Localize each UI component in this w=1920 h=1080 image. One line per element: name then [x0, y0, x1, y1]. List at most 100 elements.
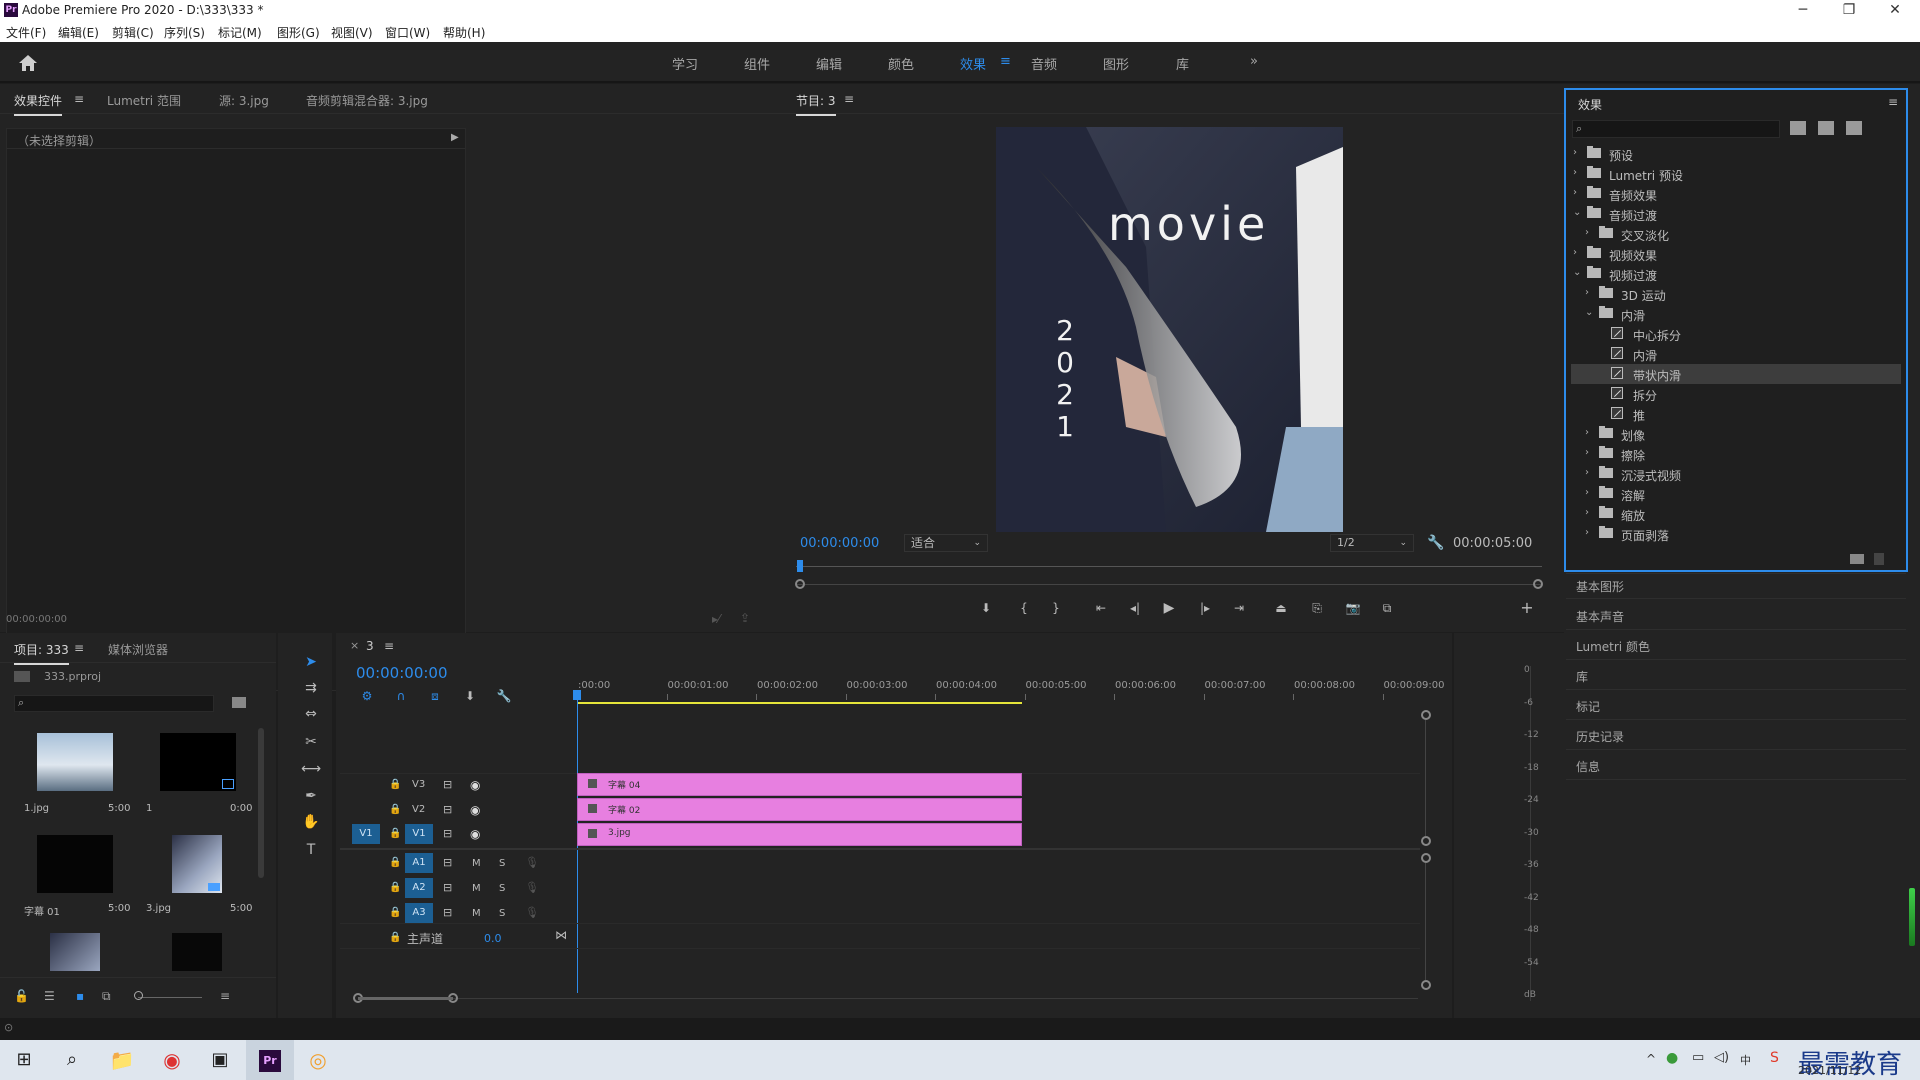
chevron-right-icon[interactable]: › [1585, 287, 1589, 298]
sync-lock-icon[interactable]: ⊟ [443, 803, 452, 816]
program-playhead[interactable] [797, 560, 803, 572]
slider-handle[interactable] [134, 991, 143, 1000]
workspace-editing[interactable]: 编辑 [816, 54, 842, 73]
sync-lock-icon[interactable]: ⊟ [443, 778, 452, 791]
effects-menu-icon[interactable]: ≡ [1888, 95, 1898, 109]
chrome-icon[interactable]: ◉ [148, 1040, 196, 1080]
mark-in-button[interactable]: { [1014, 598, 1034, 618]
chevron-right-icon[interactable]: › [1585, 427, 1589, 438]
razor-tool-icon[interactable]: ✂ [300, 732, 322, 752]
mic-icon[interactable]: 🎙 [525, 881, 539, 894]
track-name[interactable]: V1 [405, 824, 433, 844]
menu-edit[interactable]: 编辑(E) [58, 24, 99, 41]
sync-lock-icon[interactable]: ⊟ [443, 856, 452, 869]
expand-arrow-icon[interactable]: ▶ [451, 132, 459, 143]
tree-item[interactable]: 中心拆分 [1571, 324, 1901, 344]
chevron-right-icon[interactable]: › [1573, 147, 1577, 158]
work-area-bar[interactable] [577, 702, 1022, 704]
hand-tool-icon[interactable]: ✋ [300, 812, 322, 832]
audio-scroll-handle-top[interactable] [1421, 853, 1431, 863]
eye-icon[interactable]: ◉ [470, 827, 480, 841]
chevron-right-icon[interactable]: › [1585, 507, 1589, 518]
new-bin-search-icon[interactable] [232, 697, 246, 708]
mute-button[interactable]: M [472, 858, 481, 869]
program-timecode[interactable]: 00:00:00:00 [800, 536, 879, 551]
search-icon[interactable]: ⌕ [48, 1040, 96, 1080]
tree-item[interactable]: ⌄ 音频过渡 [1571, 204, 1901, 224]
tree-item[interactable]: › 交叉淡化 [1571, 224, 1901, 244]
new-bin-icon[interactable] [1850, 554, 1864, 564]
sort-icon[interactable]: ≡ [220, 989, 230, 1003]
solo-button[interactable]: S [499, 908, 505, 919]
play-button[interactable]: ▶ [1159, 598, 1179, 618]
zoom-handle-right[interactable] [1533, 579, 1543, 589]
playhead-handle[interactable] [573, 690, 581, 700]
thumbnail-3jpg[interactable] [172, 835, 222, 893]
wrench-icon[interactable]: 🔧 [1427, 535, 1444, 551]
tree-item[interactable]: › 视频效果 [1571, 244, 1901, 264]
menu-window[interactable]: 窗口(W) [385, 24, 430, 41]
icon-view-icon[interactable]: ▪ [76, 989, 84, 1003]
tray-chevron-icon[interactable]: ^ [1646, 1052, 1656, 1066]
close-sequence-icon[interactable]: × [350, 639, 359, 652]
tree-item[interactable]: › 沉浸式视频 [1571, 464, 1901, 484]
thumbnail-1[interactable] [160, 733, 236, 791]
track-name[interactable]: A3 [405, 903, 433, 923]
ripple-edit-tool-icon[interactable]: ⇔ [300, 704, 322, 724]
menu-graphics[interactable]: 图形(G) [277, 24, 320, 41]
filter-icon[interactable]: ▸⁄ [712, 612, 720, 626]
sogou-icon[interactable]: S [1770, 1050, 1779, 1066]
eye-icon[interactable]: ◉ [470, 778, 480, 792]
step-forward-button[interactable]: |▸ [1195, 598, 1215, 618]
type-tool-icon[interactable]: T [300, 840, 322, 860]
tree-item[interactable]: › 3D 运动 [1571, 284, 1901, 304]
panel-lumetri-color[interactable]: Lumetri 颜色 [1576, 638, 1650, 655]
thumbnail-movie-1[interactable] [50, 933, 100, 971]
video-scroll-handle-bottom[interactable] [1421, 836, 1431, 846]
selection-tool-icon[interactable]: ➤ [300, 652, 322, 672]
button-editor-plus[interactable]: + [1517, 598, 1537, 618]
clip-subtitle02[interactable]: 字幕 02 [577, 798, 1022, 821]
lock-icon[interactable]: 🔒 [389, 804, 401, 815]
project-menu-icon[interactable]: ≡ [74, 641, 84, 655]
menu-marker[interactable]: 标记(M) [218, 24, 262, 41]
menu-clip[interactable]: 剪辑(C) [112, 24, 154, 41]
menu-sequence[interactable]: 序列(S) [164, 24, 205, 41]
tree-item[interactable]: 内滑 [1571, 344, 1901, 364]
yuv-effects-icon[interactable] [1846, 121, 1862, 135]
track-select-tool-icon[interactable]: ⇉ [300, 678, 322, 698]
workspace-more-button[interactable]: » [1250, 54, 1258, 69]
menu-file[interactable]: 文件(F) [6, 24, 46, 41]
workspace-libraries[interactable]: 库 [1176, 54, 1189, 73]
sync-lock-icon[interactable]: ⊟ [443, 881, 452, 894]
panel-libraries[interactable]: 库 [1576, 668, 1588, 685]
chevron-right-icon[interactable]: › [1585, 227, 1589, 238]
delete-icon[interactable] [1874, 553, 1884, 565]
freeform-view-icon[interactable]: ⧉ [102, 989, 111, 1004]
panel-essential-graphics[interactable]: 基本图形 [1576, 578, 1624, 595]
thumbnail-subtitle01[interactable] [37, 835, 113, 893]
tab-effect-controls[interactable]: 效果控件 [14, 92, 63, 116]
chevron-right-icon[interactable]: › [1573, 187, 1577, 198]
network-icon[interactable]: ▭ [1692, 1050, 1704, 1065]
32bit-effects-icon[interactable] [1818, 121, 1834, 135]
lock-icon[interactable]: 🔒 [389, 779, 401, 790]
tree-item[interactable]: › 页面剥落 [1571, 524, 1901, 544]
panel-history[interactable]: 历史记录 [1576, 728, 1624, 745]
workspace-menu-icon[interactable]: ≡ [1000, 54, 1011, 69]
chevron-down-icon[interactable]: ⌄ [1573, 267, 1581, 278]
chevron-right-icon[interactable]: › [1585, 487, 1589, 498]
audio-scroll-handle-bottom[interactable] [1421, 980, 1431, 990]
lock-icon[interactable]: 🔒 [389, 857, 401, 868]
tree-item[interactable]: 拆分 [1571, 384, 1901, 404]
chevron-down-icon[interactable]: ⌄ [1585, 307, 1593, 318]
file-explorer-icon[interactable]: 📁 [98, 1040, 146, 1080]
program-frame[interactable]: movie 2 0 2 1 [996, 127, 1343, 532]
premiere-taskbar-icon[interactable]: Pr [246, 1040, 294, 1080]
go-to-out-button[interactable]: ⇥ [1229, 598, 1249, 618]
clip-subtitle04[interactable]: 字幕 04 [577, 773, 1022, 796]
start-icon[interactable]: ⊞ [0, 1040, 48, 1080]
close-button[interactable]: ✕ [1872, 0, 1918, 20]
mute-button[interactable]: M [472, 908, 481, 919]
sync-lock-icon[interactable]: ⊟ [443, 827, 452, 840]
